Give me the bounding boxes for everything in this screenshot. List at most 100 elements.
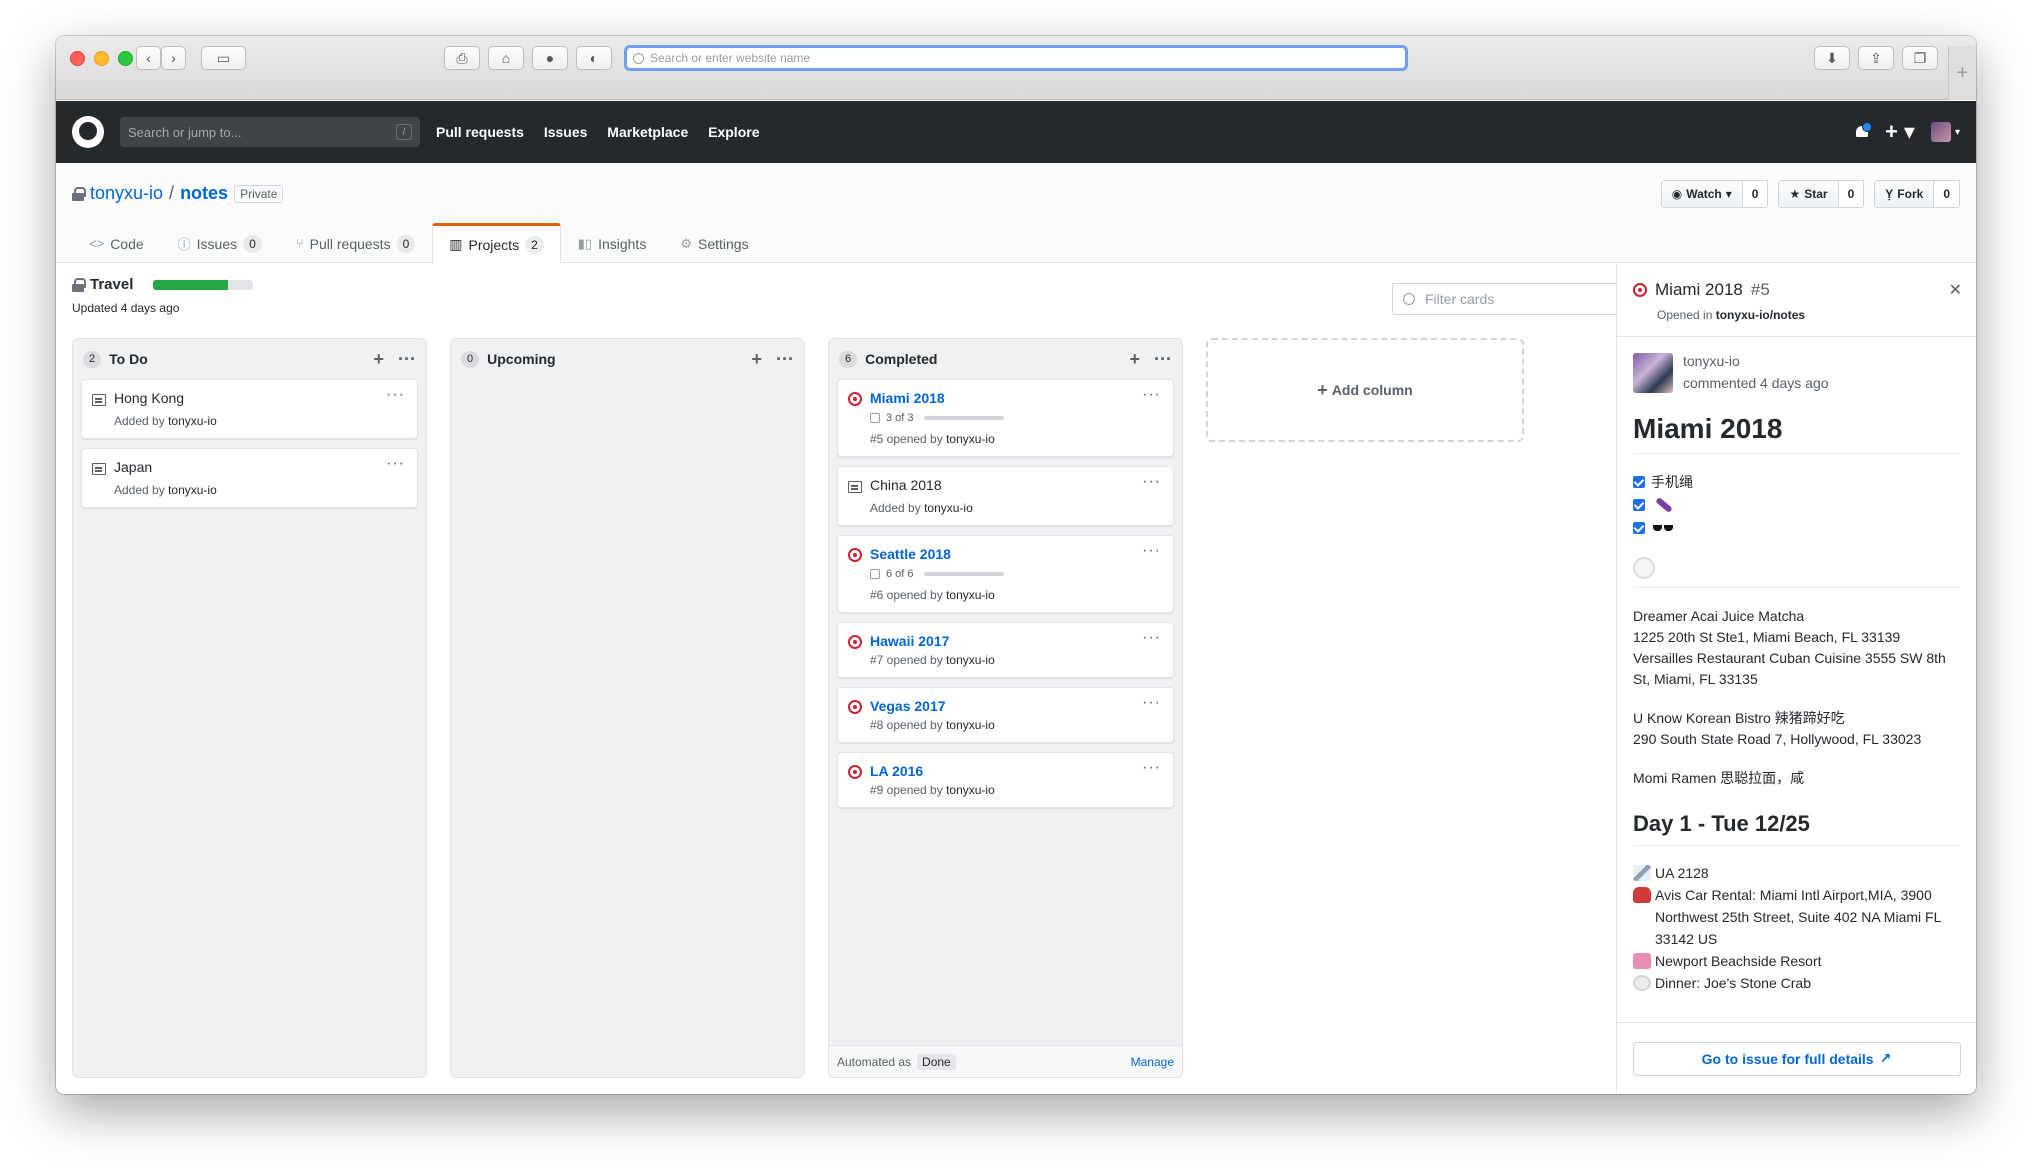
star-button[interactable]: ★ Star [1779,181,1839,207]
card-menu-icon[interactable]: ··· [1142,759,1161,777]
close-icon[interactable]: ✕ [1949,280,1962,300]
column-menu-icon[interactable]: ··· [1154,349,1172,370]
manage-automation-link[interactable]: Manage [1131,1055,1174,1069]
tab-projects[interactable]: ▥ Projects 2 [432,223,561,263]
paragraph: Momi Ramen 思聪拉面，咸 [1633,770,1805,786]
notifications-bell-icon[interactable] [1855,122,1872,140]
add-card-plus-icon[interactable]: + [374,349,385,370]
card[interactable]: Vegas 2017 #8 opened by tonyxu-io ··· [837,687,1174,743]
downloads-button[interactable]: ⬇ [1814,46,1850,70]
nav-marketplace[interactable]: Marketplace [607,124,688,140]
tab-code[interactable]: <> Code [72,223,161,263]
opened-repo-link[interactable]: tonyxu-io/notes [1716,308,1805,322]
card[interactable]: Seattle 2018 6 of 6 #6 opened by tonyxu-… [837,535,1174,613]
add-card-plus-icon[interactable]: + [752,349,763,370]
column-menu-icon[interactable]: ··· [398,349,416,370]
card[interactable]: China 2018 Added by tonyxu-io ··· [837,466,1174,526]
github-logo-icon[interactable] [72,116,104,148]
card-title[interactable]: LA 2016 [870,763,1163,779]
checkbox-checked[interactable] [1633,498,1645,511]
forward-button[interactable]: › [161,46,186,70]
watch-count[interactable]: 0 [1742,181,1768,207]
repo-name-link[interactable]: notes [180,183,228,204]
minimize-window-button[interactable] [94,51,109,66]
card[interactable]: Hong Kong Added by tonyxu-io ··· [81,379,418,439]
tab-counter: 2 [525,235,544,254]
card-meta: #8 opened by tonyxu-io [870,718,1163,732]
automation-value: Done [917,1053,956,1070]
tab-pull-requests[interactable]: ⑂ Pull requests 0 [279,223,432,263]
card-menu-icon[interactable]: ··· [1142,542,1161,560]
card-menu-icon[interactable]: ··· [386,455,405,473]
automation-label: Automated as [837,1054,912,1069]
card-menu-icon[interactable]: ··· [1142,473,1161,491]
fork-count[interactable]: 0 [1934,181,1959,207]
tabs-overview-button[interactable]: ❐ [1902,46,1938,70]
card-user[interactable]: tonyxu-io [924,501,973,515]
card-menu-icon[interactable]: ··· [1142,386,1161,404]
add-card-plus-icon[interactable]: + [1130,349,1141,370]
add-column-button[interactable]: + Add column [1206,338,1524,442]
card-title[interactable]: Miami 2018 [870,390,1163,406]
filter-cards-input[interactable]: Filter cards [1392,283,1632,315]
nav-explore[interactable]: Explore [708,124,759,140]
watch-button[interactable]: ◉ Watch ▾ [1661,181,1743,207]
fork-button[interactable]: Ỵ Fork [1875,181,1935,207]
repo-owner-link[interactable]: tonyxu-io [90,183,163,204]
zoom-window-button[interactable] [118,51,133,66]
card-user[interactable]: tonyxu-io [168,483,217,497]
share-button[interactable]: ⇪ [1858,46,1894,70]
card[interactable]: Japan Added by tonyxu-io ··· [81,448,418,508]
tab-issues[interactable]: ⓘ Issues 0 [161,223,279,263]
create-new-plus-icon[interactable]: + ▾ [1885,119,1915,145]
card-user[interactable]: tonyxu-io [946,783,995,797]
card[interactable]: LA 2016 #9 opened by tonyxu-io ··· [837,752,1174,808]
card-menu-icon[interactable]: ··· [386,386,405,404]
card-title[interactable]: Seattle 2018 [870,546,1163,562]
go-to-issue-button[interactable]: Go to issue for full details ↗ [1632,1041,1961,1076]
address-bar[interactable]: Search or enter website name [624,45,1408,71]
tab-counter: 0 [243,234,262,253]
card-user[interactable]: tonyxu-io [946,653,995,667]
card-user[interactable]: tonyxu-io [168,414,217,428]
extension-button[interactable]: ● [532,46,568,70]
star-count[interactable]: 0 [1838,181,1864,207]
card[interactable]: Miami 2018 3 of 3 #5 opened by tonyxu-io… [837,379,1174,457]
user-menu[interactable]: ▾ [1930,122,1960,142]
checkbox-checked[interactable] [1633,475,1645,488]
card-menu-icon[interactable]: ··· [1142,694,1161,712]
day-item-text: Newport Beachside Resort [1655,953,1822,969]
card[interactable]: Hawaii 2017 #7 opened by tonyxu-io ··· [837,622,1174,678]
tab-insights[interactable]: ▮▯ Insights [561,223,664,263]
home-button[interactable]: ⌂ [488,46,524,70]
tab-settings[interactable]: ⚙ Settings [663,223,765,263]
close-window-button[interactable] [70,51,85,66]
paragraph-line: 290 South State Road 7, Hollywood, FL 33… [1633,731,1922,747]
card-user[interactable]: tonyxu-io [946,588,995,602]
repo-separator: / [169,183,175,203]
nav-pull-requests[interactable]: Pull requests [436,124,524,140]
sidebar-toggle-button[interactable]: ▭ [201,46,246,70]
header-right: + ▾ ▾ [1855,119,1960,145]
card-user[interactable]: tonyxu-io [946,718,995,732]
card-menu-icon[interactable]: ··· [1142,629,1161,647]
nav-issues[interactable]: Issues [544,124,588,140]
card-meta: #6 opened by tonyxu-io [870,588,1163,602]
column-menu-icon[interactable]: ··· [776,349,794,370]
extension2-button[interactable]: ◐ [576,46,612,70]
card-title[interactable]: Vegas 2017 [870,698,1163,714]
go-to-issue-label: Go to issue for full details [1701,1050,1874,1067]
card-title[interactable]: Hawaii 2017 [870,633,1163,649]
fork-action: Ỵ Fork 0 [1874,180,1960,208]
task-item [1633,493,1960,516]
avatar[interactable] [1633,353,1673,393]
column-footer: Automated as Done Manage [829,1045,1182,1077]
search-input[interactable]: Search or jump to... / [120,117,420,147]
checkbox-checked[interactable] [1633,521,1645,534]
print-button[interactable]: ⎙ [444,46,480,70]
card-user[interactable]: tonyxu-io [946,432,995,446]
new-tab-button[interactable]: + [1948,46,1976,100]
search-placeholder: Search or jump to... [128,124,242,140]
back-button[interactable]: ‹ [136,46,161,70]
author-name[interactable]: tonyxu-io [1683,353,1829,369]
